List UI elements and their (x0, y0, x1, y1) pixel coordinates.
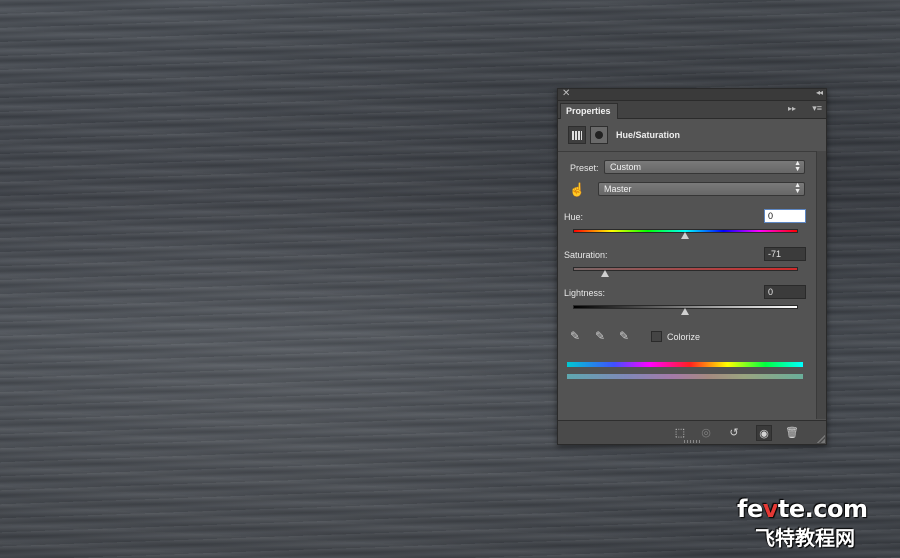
saturation-label: Saturation: (564, 250, 608, 260)
panel-tabbar: Properties ▸▸ ▾≡ (558, 101, 826, 119)
channel-select[interactable]: Master ▲ ▼ (598, 182, 805, 196)
mask-icon[interactable] (590, 126, 608, 144)
preset-select[interactable]: Custom ▲ ▼ (604, 160, 805, 174)
select-arrows-icon: ▲ ▼ (794, 182, 801, 195)
scrollbar[interactable] (816, 151, 826, 419)
reset-icon[interactable]: ↺ (726, 425, 742, 441)
tab-properties[interactable]: Properties (560, 103, 618, 119)
lightness-input[interactable]: 0 (764, 285, 806, 299)
saturation-slider-thumb[interactable] (601, 270, 609, 277)
saturation-input[interactable]: -71 (764, 247, 806, 261)
adjustment-title: Hue/Saturation (616, 130, 681, 140)
lightness-slider-thumb[interactable] (681, 308, 689, 315)
channel-value: Master (604, 184, 632, 194)
select-arrows-icon: ▲ ▼ (794, 160, 801, 173)
watermark-logo: fevte.com (737, 495, 868, 523)
output-color-bar[interactable] (567, 374, 803, 379)
eyedropper-icon[interactable]: ✎ (570, 329, 584, 343)
adjustment-header: Hue/Saturation (568, 126, 818, 146)
preset-value: Custom (610, 162, 642, 172)
trash-icon[interactable]: 🗑 (784, 425, 800, 441)
close-icon[interactable]: ✕ (562, 88, 570, 99)
lightness-label: Lightness: (564, 288, 606, 298)
hue-slider-thumb[interactable] (681, 232, 689, 239)
panel-titlebar: ✕ ◂◂ (558, 88, 826, 101)
visibility-eye-icon[interactable]: ◉ (756, 425, 772, 441)
properties-panel: ✕ ◂◂ Properties ▸▸ ▾≡ Hue/Saturation Pre… (557, 88, 827, 445)
input-color-bar (567, 362, 803, 367)
eyedropper-plus-icon[interactable]: ✎ (595, 329, 609, 343)
clip-to-layer-icon[interactable]: ⬚ (672, 425, 688, 441)
eyedropper-minus-icon[interactable]: ✎ (619, 329, 633, 343)
hue-label: Hue: (564, 212, 584, 222)
colorize-label: Colorize (667, 332, 701, 342)
colorize-checkbox[interactable] (651, 331, 662, 342)
adjustment-icon[interactable] (568, 126, 586, 144)
preset-label: Preset: (570, 163, 599, 173)
expand-icon[interactable]: ▸▸ (788, 104, 796, 113)
panel-menu-icon[interactable]: ▾≡ (812, 103, 822, 114)
view-previous-state-icon[interactable]: ◎ (698, 425, 714, 441)
collapse-icon[interactable]: ◂◂ (816, 88, 823, 97)
divider (558, 151, 816, 152)
hue-input[interactable]: 0 (764, 209, 806, 223)
targeted-adjustment-hand-icon[interactable]: ☝ (569, 181, 586, 198)
watermark-chinese: 飞特教程网 (755, 526, 855, 550)
resize-handle[interactable] (817, 435, 825, 443)
panel-grip[interactable] (684, 440, 700, 443)
